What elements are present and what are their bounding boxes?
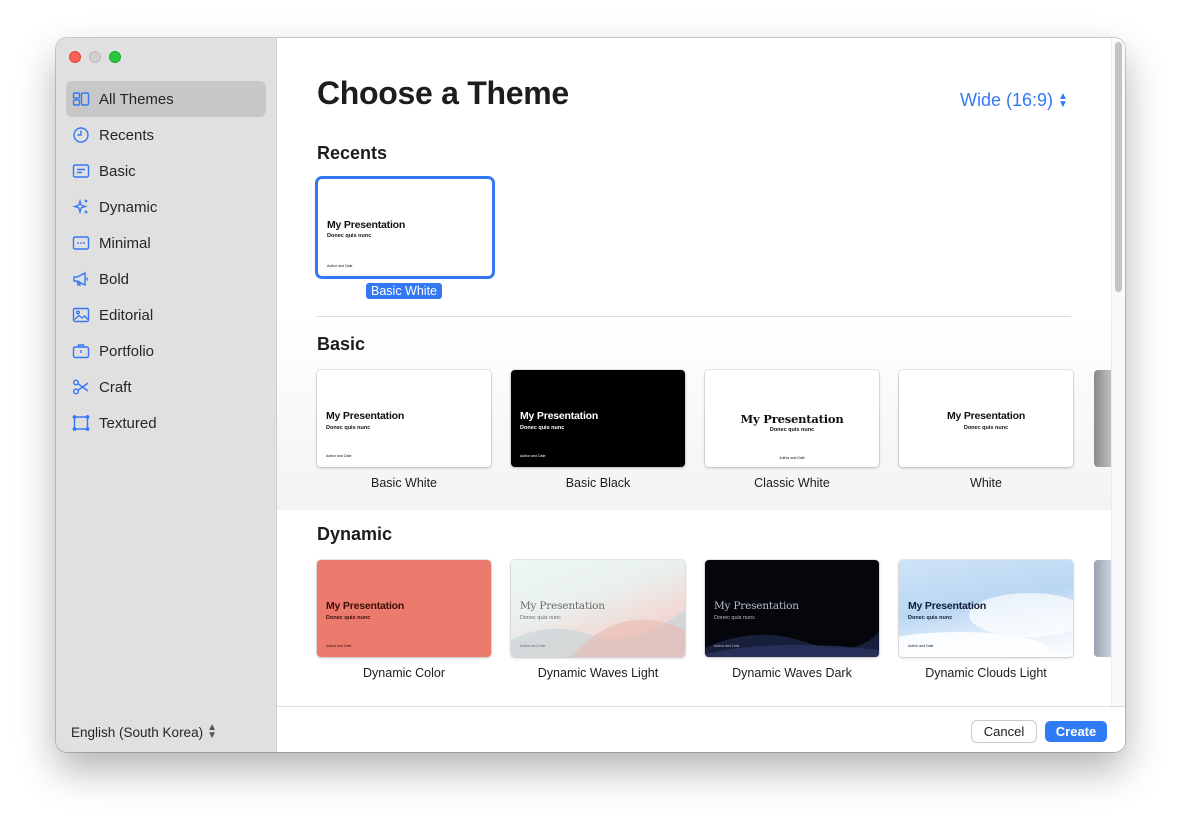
- theme-caption: Basic White: [371, 476, 437, 490]
- theme-caption: White: [970, 476, 1002, 490]
- sidebar-item-basic[interactable]: Basic: [66, 153, 266, 189]
- recent-theme-basic-white[interactable]: My Presentation Donec quis nunc Author a…: [315, 176, 495, 279]
- dialog-footer: Cancel Create: [277, 706, 1125, 752]
- section-divider: [317, 316, 1071, 317]
- basic-heading: Basic: [317, 334, 366, 354]
- slide-subtitle: Donec quis nunc: [326, 615, 371, 621]
- theme-caption: Dynamic Clouds Light: [925, 666, 1047, 680]
- sidebar-item-all-themes[interactable]: All Themes: [66, 81, 266, 117]
- theme-caption: Classic White: [754, 476, 830, 490]
- basic-slide-icon: [72, 162, 90, 180]
- sidebar-item-textured[interactable]: Textured: [66, 405, 266, 441]
- theme-basic-white[interactable]: My Presentation Donec quis nunc Author a…: [317, 370, 491, 467]
- slide-title: My Presentation: [908, 600, 987, 612]
- zoom-window-button[interactable]: [109, 51, 121, 63]
- cancel-button[interactable]: Cancel: [972, 721, 1036, 742]
- briefcase-icon: [72, 342, 90, 360]
- slide-title: My Presentation: [520, 600, 605, 612]
- slide-subtitle: Donec quis nunc: [520, 425, 565, 431]
- scissors-icon: [72, 378, 90, 396]
- sidebar-item-minimal[interactable]: Minimal: [66, 225, 266, 261]
- sparkles-icon: [72, 198, 90, 216]
- sidebar-item-portfolio[interactable]: Portfolio: [66, 333, 266, 369]
- theme-dynamic-color[interactable]: My Presentation Donec quis nunc Author a…: [317, 560, 491, 657]
- sidebar-item-label: Minimal: [99, 234, 151, 252]
- clock-icon: [72, 126, 90, 144]
- theme-classic-white[interactable]: My Presentation Donec quis nunc Author a…: [705, 370, 879, 467]
- slide-footer: Author and Date: [327, 264, 353, 268]
- slide-subtitle: Donec quis nunc: [714, 615, 755, 621]
- minimal-slide-icon: [72, 234, 90, 252]
- sidebar-item-dynamic[interactable]: Dynamic: [66, 189, 266, 225]
- sidebar-item-label: Recents: [99, 126, 155, 144]
- slide-title: My Presentation: [740, 412, 844, 426]
- sidebar-item-craft[interactable]: Craft: [66, 369, 266, 405]
- sidebar-item-label: Dynamic: [99, 198, 158, 216]
- slide-subtitle: Donec quis nunc: [963, 425, 1009, 431]
- slide-subtitle: Donec quis nunc: [327, 233, 372, 239]
- sidebar: All Themes Recents Basic Dynamic Minimal…: [56, 38, 277, 752]
- slide-title: My Presentation: [520, 410, 599, 422]
- sidebar-item-label: Portfolio: [99, 342, 155, 360]
- sidebar-item-label: Basic: [99, 162, 136, 180]
- sidebar-item-label: Bold: [99, 270, 130, 288]
- page-title: Choose a Theme: [317, 75, 569, 111]
- sidebar-item-bold[interactable]: Bold: [66, 261, 266, 297]
- theme-chooser-window: All Themes Recents Basic Dynamic Minimal…: [56, 38, 1125, 752]
- theme-dynamic-clouds-light[interactable]: My Presentation Donec quis nunc Author a…: [899, 560, 1073, 657]
- aspect-ratio-popup[interactable]: Wide (16:9) ▲ ▼: [960, 90, 1068, 111]
- slide-subtitle: Donec quis nunc: [520, 615, 561, 621]
- create-button[interactable]: Create: [1045, 721, 1107, 742]
- slide-footer: Author and Date: [779, 456, 805, 460]
- language-selector[interactable]: English (South Korea) ▲ ▼: [71, 722, 217, 741]
- image-frame-icon: [72, 306, 90, 324]
- vertical-scrollbar[interactable]: [1111, 38, 1125, 708]
- theme-gallery: Choose a Theme Wide (16:9) ▲ ▼ Recents My…: [277, 38, 1125, 752]
- close-window-button[interactable]: [69, 51, 81, 63]
- slide-footer: Author and Date: [326, 644, 352, 648]
- theme-caption: Dynamic Color: [363, 666, 445, 680]
- sidebar-item-label: Craft: [99, 378, 132, 396]
- chevron-updown-icon: ▲ ▼: [207, 722, 217, 741]
- slide-subtitle: Donec quis nunc: [908, 615, 953, 621]
- all-themes-icon: [72, 90, 90, 108]
- slide-subtitle: Donec quis nunc: [769, 427, 815, 433]
- theme-basic-black[interactable]: My Presentation Donec quis nunc Author a…: [511, 370, 685, 467]
- slide-subtitle: Donec quis nunc: [326, 425, 371, 431]
- slide-title: My Presentation: [326, 600, 405, 612]
- recent-theme-caption: Basic White: [366, 283, 442, 299]
- slide-footer: Author and Date: [520, 454, 546, 458]
- sidebar-item-recents[interactable]: Recents: [66, 117, 266, 153]
- sidebar-item-label: All Themes: [99, 90, 174, 108]
- chevron-updown-icon: ▲ ▼: [1058, 90, 1068, 110]
- slide-footer: Author and Date: [908, 644, 934, 648]
- window-controls: [69, 51, 121, 63]
- slide-footer: Author and Date: [714, 644, 740, 648]
- recents-heading: Recents: [317, 143, 388, 163]
- theme-white[interactable]: My Presentation Donec quis nunc: [899, 370, 1073, 467]
- textured-frame-icon: [72, 414, 90, 432]
- scrollbar-thumb[interactable]: [1115, 42, 1122, 292]
- aspect-ratio-label: Wide (16:9): [960, 90, 1054, 110]
- sidebar-item-label: Editorial: [99, 306, 154, 324]
- minimize-window-button[interactable]: [89, 51, 101, 63]
- dynamic-heading: Dynamic: [317, 524, 393, 544]
- theme-caption: Basic Black: [565, 476, 631, 490]
- slide-footer: Author and Date: [326, 454, 352, 458]
- sidebar-nav: All Themes Recents Basic Dynamic Minimal…: [66, 81, 266, 441]
- slide-title: My Presentation: [326, 410, 405, 422]
- slide-title: My Presentation: [714, 600, 799, 612]
- theme-dynamic-waves-dark[interactable]: My Presentation Donec quis nunc Author a…: [705, 560, 879, 657]
- theme-caption: Dynamic Waves Light: [537, 666, 659, 680]
- theme-dynamic-waves-light[interactable]: My Presentation Donec quis nunc Author a…: [511, 560, 685, 657]
- megaphone-icon: [72, 270, 90, 288]
- slide-title: My Presentation: [946, 410, 1026, 422]
- slide-title: My Presentation: [327, 219, 406, 231]
- sidebar-item-label: Textured: [99, 414, 157, 432]
- slide-footer: Author and Date: [520, 644, 546, 648]
- theme-caption: Dynamic Waves Dark: [732, 666, 852, 680]
- sidebar-item-editorial[interactable]: Editorial: [66, 297, 266, 333]
- language-label: English (South Korea): [71, 724, 204, 740]
